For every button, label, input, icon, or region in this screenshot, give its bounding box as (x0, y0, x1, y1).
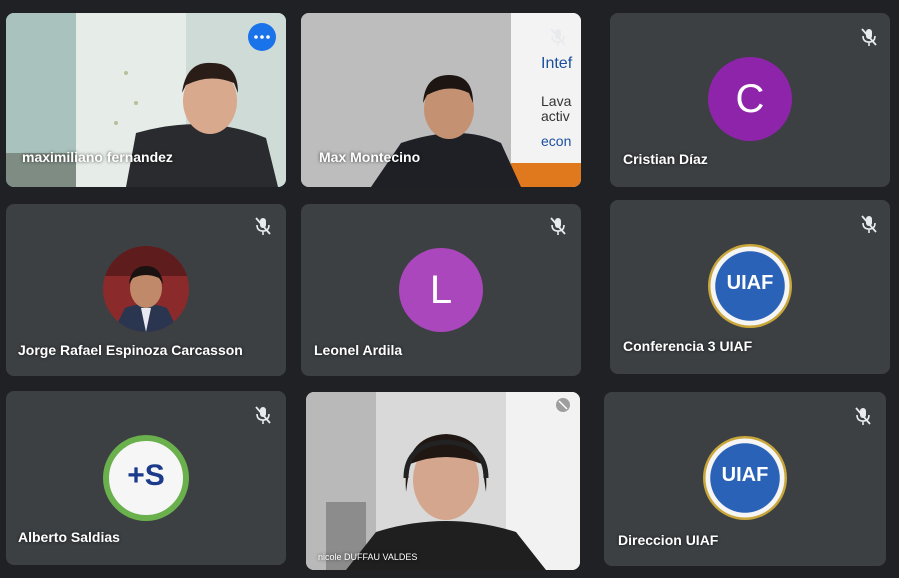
mic-off-icon (255, 217, 271, 235)
participant-tile-max-montecino[interactable]: Intef Lava activ econ Max Montecino (301, 13, 581, 187)
mic-off-icon (861, 215, 877, 233)
more-options-icon (254, 35, 270, 39)
banner-text: Lava (541, 93, 572, 109)
mic-off-icon (861, 28, 877, 46)
participant-tile-maximiliano[interactable]: maximiliano fernandez (6, 13, 286, 187)
logo-text: UIAF (721, 464, 769, 486)
participant-tile-conferencia-uiaf[interactable]: UIAF Conferencia 3 UIAF (610, 200, 890, 374)
avatar: C (708, 57, 792, 141)
participant-tile-nicole-duffau[interactable]: nicole DUFFAU VALDES (306, 392, 580, 570)
banner-text: econ (541, 133, 572, 149)
banner-text: activ (541, 108, 570, 124)
avatar: L (399, 248, 483, 332)
mic-off-icon (255, 406, 271, 424)
participant-name: Leonel Ardila (314, 342, 403, 358)
participant-name: Jorge Rafael Espinoza Carcasson (18, 342, 243, 358)
participant-name: Conferencia 3 UIAF (623, 338, 753, 354)
mic-off-icon (855, 407, 871, 425)
participant-tile-cristian-diaz[interactable]: C Cristian Díaz (610, 13, 890, 187)
avatar (103, 246, 189, 332)
mic-off-icon (550, 28, 566, 46)
uiaf-logo: UIAF (703, 436, 787, 520)
participant-name: Max Montecino (319, 149, 421, 165)
logo-text: +S (127, 459, 165, 492)
participant-name: maximiliano fernandez (22, 149, 173, 165)
participant-name: Cristian Díaz (623, 151, 708, 167)
uiaf-logo: UIAF (708, 244, 792, 328)
participant-tile-direccion-uiaf[interactable]: UIAF Direccion UIAF (604, 392, 886, 566)
participant-tile-leonel-ardila[interactable]: L Leonel Ardila (301, 204, 581, 376)
participant-name: Direccion UIAF (618, 532, 719, 548)
mic-off-icon (556, 398, 570, 412)
more-options-button[interactable] (248, 23, 276, 51)
banner-text: Intef (541, 55, 573, 72)
saldias-logo: +S (103, 435, 189, 521)
participant-tile-alberto-saldias[interactable]: +S Alberto Saldias (6, 391, 286, 565)
participant-tile-jorge[interactable]: Jorge Rafael Espinoza Carcasson (6, 204, 286, 376)
logo-text: UIAF (726, 272, 774, 294)
mic-off-icon (550, 217, 566, 235)
participant-name: Alberto Saldias (18, 529, 120, 545)
participant-video (306, 392, 580, 570)
participant-name: nicole DUFFAU VALDES (318, 552, 418, 562)
